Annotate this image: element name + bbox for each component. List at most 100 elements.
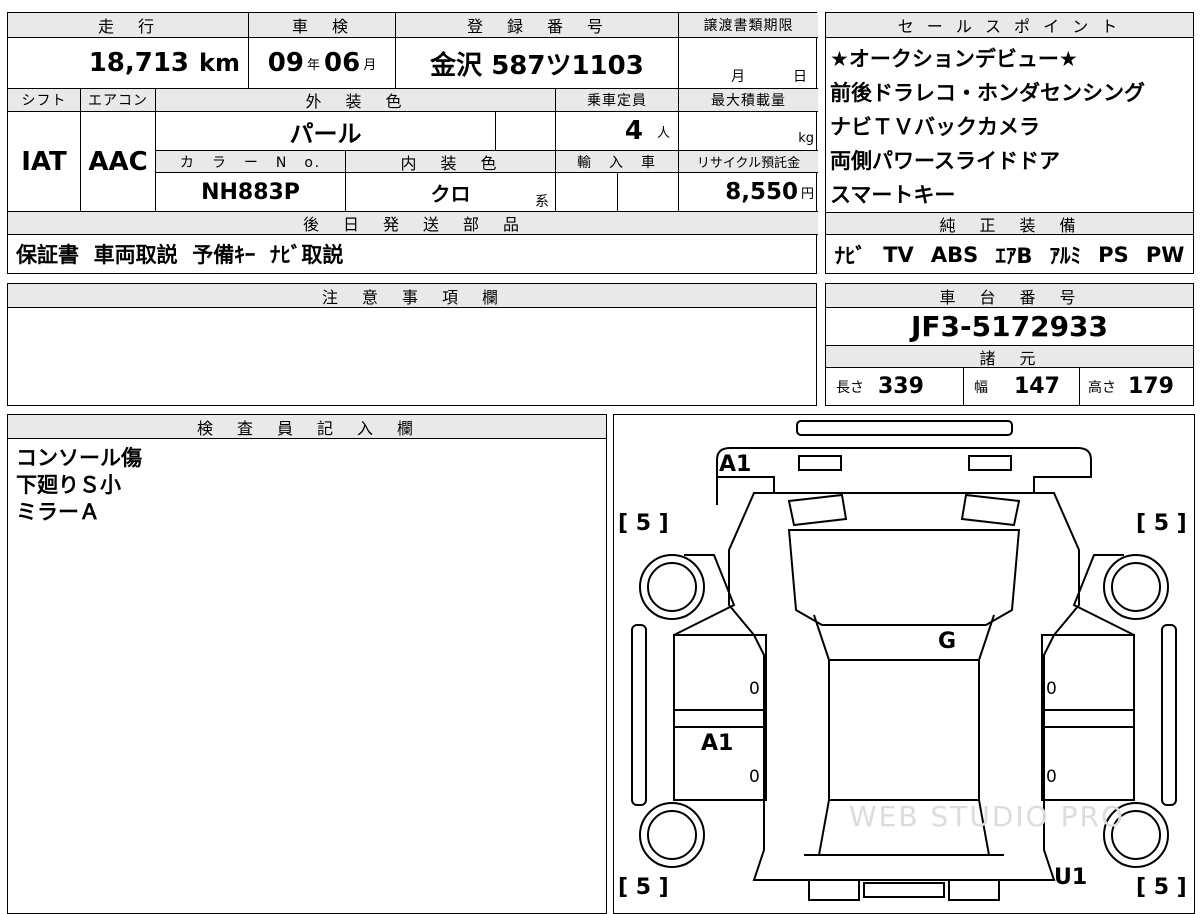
exterior-color-extra-cell bbox=[496, 112, 556, 151]
equipment-item: PW bbox=[1145, 242, 1185, 267]
chassis-header: 車 台 番 号 bbox=[826, 284, 1193, 308]
sales-point-item: ★オークションデビュー★ bbox=[830, 47, 1078, 71]
exterior-color-value: パール bbox=[289, 119, 362, 148]
exterior-color-cell: パール bbox=[156, 112, 496, 151]
registration-cell: 金沢 587ツ1103 bbox=[396, 38, 679, 89]
recycle-unit: 円 bbox=[800, 186, 814, 202]
capacity-unit: 人 bbox=[656, 125, 670, 141]
notes-header: 注 意 事 項 欄 bbox=[8, 284, 816, 308]
panel-mark-left-front: 0 bbox=[749, 679, 760, 699]
later-parts-cell: 保証書 車両取説 予備ｷｰ ﾅﾋﾞ取説 bbox=[8, 235, 818, 273]
chassis-panel: 車 台 番 号 JF3-5172933 諸 元 長さ 339 幅 147 高さ … bbox=[825, 283, 1194, 406]
max-load-header: 最大積載量 bbox=[679, 89, 818, 112]
color-no-header: カ ラ ー N o. bbox=[156, 151, 346, 173]
tire-mark-front-left: [ 5 ] bbox=[618, 511, 669, 536]
sales-point-item: ナビＴＶバックカメラ bbox=[830, 115, 1040, 139]
panel-mark-right-front: 0 bbox=[1046, 679, 1057, 699]
tire-mark-rear-left: [ 5 ] bbox=[618, 875, 669, 900]
recycle-cell: 8,550 円 bbox=[679, 173, 818, 212]
specs-header: 諸 元 bbox=[826, 346, 1193, 368]
shaken-cell: 09 年 06 月 bbox=[249, 38, 396, 89]
shaken-header: 車 検 bbox=[249, 13, 396, 38]
transfer-month-unit: 月 bbox=[731, 69, 745, 85]
length-value: 339 bbox=[878, 374, 924, 399]
max-load-unit: kg bbox=[798, 131, 814, 146]
aircon-cell: AAC bbox=[81, 112, 156, 212]
damage-mark-left-door: A1 bbox=[701, 731, 734, 756]
mileage-cell: 18,713 km bbox=[8, 38, 249, 89]
damage-mark-windshield: G bbox=[938, 629, 957, 654]
height-value: 179 bbox=[1128, 374, 1174, 399]
inspector-panel: 検 査 員 記 入 欄 コンソール傷 下廻りＳ小 ミラーＡ bbox=[7, 414, 607, 914]
notes-panel: 注 意 事 項 欄 bbox=[7, 283, 817, 406]
damage-mark-rear: U1 bbox=[1054, 865, 1088, 890]
mileage-header: 走 行 bbox=[8, 13, 249, 38]
shift-header: シフト bbox=[8, 89, 81, 112]
shift-value: IAT bbox=[21, 146, 67, 177]
watermark-text: WEB STUDIO PRO bbox=[849, 800, 1125, 833]
width-cell: 幅 147 bbox=[964, 368, 1080, 405]
aircon-header: エアコン bbox=[81, 89, 156, 112]
inspector-header: 検 査 員 記 入 欄 bbox=[8, 415, 606, 439]
length-cell: 長さ 339 bbox=[826, 368, 964, 405]
inspector-note: 下廻りＳ小 bbox=[16, 473, 121, 497]
transfer-day-unit: 日 bbox=[793, 69, 807, 85]
interior-color-cell: クロ 系 bbox=[346, 173, 556, 212]
interior-color-value: クロ bbox=[430, 181, 471, 206]
shift-cell: IAT bbox=[8, 112, 81, 212]
chassis-value: JF3-5172933 bbox=[910, 310, 1109, 343]
equipment-list: ﾅﾋﾞ TV ABS ｴｱB ｱﾙﾐ PS PW bbox=[826, 236, 1193, 273]
car-condition-diagram: [ 5 ] [ 5 ] [ 5 ] [ 5 ] A1 G A1 U1 0 0 0… bbox=[613, 414, 1195, 914]
mileage-value: 18,713 bbox=[88, 48, 190, 78]
width-value: 147 bbox=[1014, 374, 1060, 399]
registration-header: 登 録 番 号 bbox=[396, 13, 679, 38]
later-parts-header: 後 日 発 送 部 品 bbox=[8, 212, 818, 235]
recycle-header: リサイクル預託金 bbox=[679, 151, 818, 173]
aircon-value: AAC bbox=[88, 146, 148, 177]
recycle-value: 8,550 bbox=[725, 179, 798, 205]
vehicle-info-table: 走 行 車 検 登 録 番 号 譲渡書類期限 18,713 km 09 年 06… bbox=[7, 12, 818, 274]
equipment-item: ｱﾙﾐ bbox=[1049, 243, 1082, 268]
panel-mark-right-rear: 0 bbox=[1046, 767, 1057, 787]
sales-point-item: スマートキー bbox=[830, 183, 956, 207]
import-cell-right bbox=[618, 173, 679, 212]
chassis-cell: JF3-5172933 bbox=[826, 308, 1193, 346]
sales-point-item: 両側パワースライドドア bbox=[830, 149, 1060, 173]
equipment-item: PS bbox=[1098, 242, 1129, 267]
transfer-deadline-header: 譲渡書類期限 bbox=[679, 13, 818, 38]
interior-suffix: 系 bbox=[535, 194, 549, 210]
mileage-unit: km bbox=[199, 49, 240, 77]
tire-mark-rear-right: [ 5 ] bbox=[1136, 875, 1187, 900]
later-parts-value: 保証書 車両取説 予備ｷｰ ﾅﾋﾞ取説 bbox=[16, 243, 344, 267]
interior-color-header: 内 装 色 bbox=[346, 151, 556, 173]
height-label: 高さ bbox=[1088, 379, 1116, 396]
shaken-month: 06 bbox=[324, 48, 361, 78]
transfer-deadline-cell: 月 日 bbox=[679, 38, 818, 89]
sales-points-header: セ ー ル ス ポ イ ン ト bbox=[826, 13, 1193, 38]
import-header: 輸 入 車 bbox=[556, 151, 679, 173]
equipment-item: ﾅﾋﾞ bbox=[834, 243, 867, 268]
capacity-cell: 4 人 bbox=[556, 112, 679, 151]
registration-value: 金沢 587ツ1103 bbox=[430, 50, 644, 81]
length-label: 長さ bbox=[836, 379, 864, 396]
import-cell-left bbox=[556, 173, 618, 212]
equipment-header: 純 正 装 備 bbox=[826, 212, 1193, 235]
panel-mark-left-rear: 0 bbox=[749, 767, 760, 787]
equipment-item: TV bbox=[883, 242, 914, 267]
width-label: 幅 bbox=[974, 379, 988, 396]
sales-point-item: 前後ドラレコ・ホンダセンシング bbox=[830, 81, 1145, 105]
shaken-year-unit: 年 bbox=[306, 57, 320, 73]
equipment-item: ABS bbox=[930, 242, 979, 267]
capacity-value: 4 bbox=[624, 116, 643, 146]
capacity-header: 乗車定員 bbox=[556, 89, 679, 112]
max-load-cell: kg bbox=[679, 112, 818, 151]
color-no-value: NH883P bbox=[201, 179, 300, 205]
sales-points-panel: セ ー ル ス ポ イ ン ト ★オークションデビュー★ 前後ドラレコ・ホンダセ… bbox=[825, 12, 1194, 274]
shaken-year: 09 bbox=[267, 48, 304, 78]
tire-mark-front-right: [ 5 ] bbox=[1136, 511, 1187, 536]
exterior-color-header: 外 装 色 bbox=[156, 89, 556, 112]
inspector-note: ミラーＡ bbox=[16, 500, 100, 524]
inspector-note: コンソール傷 bbox=[16, 446, 142, 470]
color-no-cell: NH883P bbox=[156, 173, 346, 212]
shaken-month-unit: 月 bbox=[363, 57, 377, 73]
